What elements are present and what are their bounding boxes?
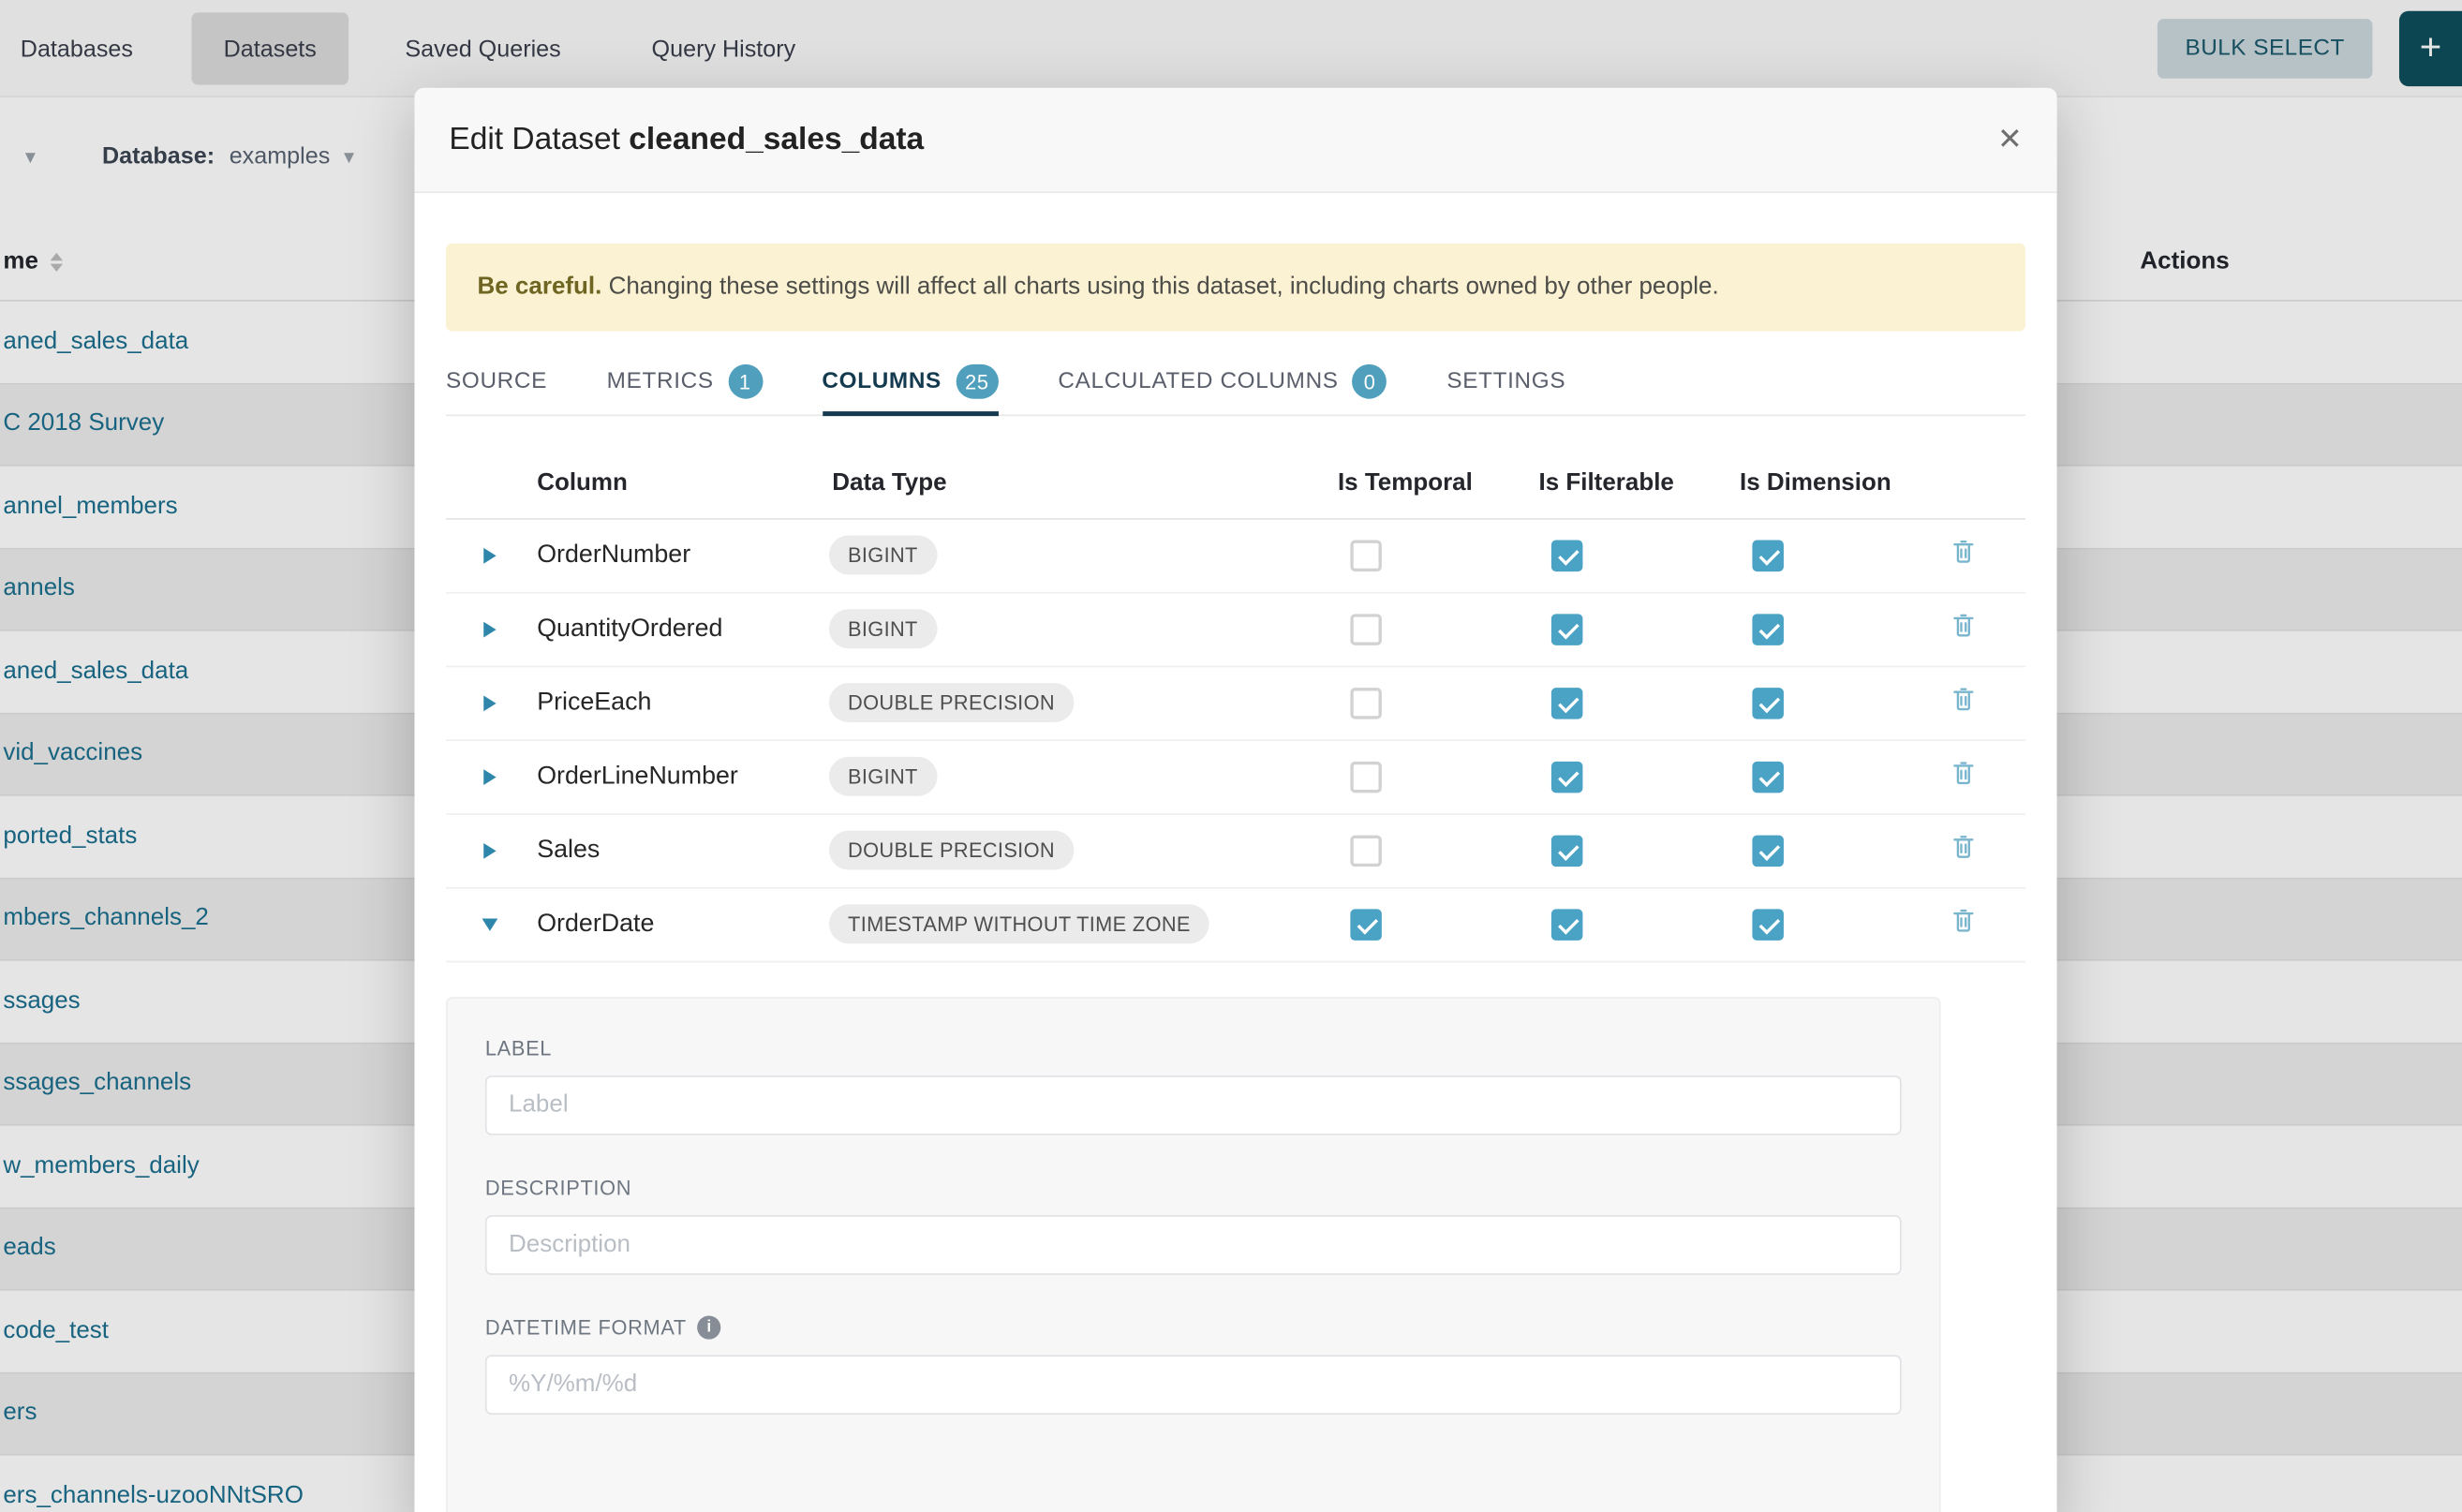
columns-table: OrderNumber BIGINT QuantityOrdered BIGIN… — [446, 519, 2025, 962]
info-icon[interactable]: i — [698, 1315, 721, 1339]
column-name: OrderDate — [534, 911, 829, 939]
data-type-pill: DOUBLE PRECISION — [829, 683, 1074, 722]
is-filterable-checkbox[interactable] — [1551, 761, 1583, 793]
description-input[interactable] — [485, 1215, 1902, 1275]
column-name: Sales — [534, 837, 829, 865]
tab-columns[interactable]: COLUMNS 25 — [822, 348, 998, 414]
modal-title: Edit Dataset cleaned_sales_data — [449, 122, 924, 158]
close-icon[interactable]: ✕ — [1997, 122, 2023, 158]
delete-column-icon[interactable] — [1950, 906, 1977, 934]
modal-tabs: SOURCE METRICS 1 COLUMNS 25 CALCULATED C… — [446, 349, 2025, 415]
column-row: OrderNumber BIGINT — [446, 519, 2025, 593]
column-row: QuantityOrdered BIGINT — [446, 593, 2025, 667]
warning-banner: Be careful. Changing these settings will… — [446, 244, 2025, 331]
tab-settings[interactable]: SETTINGS — [1446, 348, 1565, 414]
tab-calculated-columns-label: CALCULATED COLUMNS — [1058, 369, 1338, 394]
column-row: OrderLineNumber BIGINT — [446, 741, 2025, 815]
expand-caret-icon[interactable] — [482, 918, 498, 930]
header-is-filterable: Is Filterable — [1535, 469, 1737, 497]
edit-dataset-modal: Edit Dataset cleaned_sales_data ✕ Be car… — [414, 88, 2056, 1512]
app-root: Databases Datasets Saved Queries Query H… — [0, 0, 2462, 1512]
modal-header: Edit Dataset cleaned_sales_data ✕ — [414, 88, 2056, 193]
is-filterable-checkbox[interactable] — [1551, 614, 1583, 645]
is-dimension-checkbox[interactable] — [1752, 688, 1784, 719]
is-temporal-checkbox[interactable] — [1350, 761, 1382, 793]
column-row: PriceEach DOUBLE PRECISION — [446, 667, 2025, 741]
is-dimension-checkbox[interactable] — [1752, 540, 1784, 571]
header-data-type: Data Type — [829, 469, 1335, 497]
is-temporal-checkbox[interactable] — [1350, 909, 1382, 941]
delete-column-icon[interactable] — [1950, 833, 1977, 861]
column-name: OrderNumber — [534, 541, 829, 570]
tab-metrics[interactable]: METRICS 1 — [607, 348, 763, 414]
expand-caret-icon[interactable] — [483, 769, 496, 785]
expand-caret-icon[interactable] — [483, 621, 496, 637]
tab-calculated-columns[interactable]: CALCULATED COLUMNS 0 — [1058, 348, 1387, 414]
header-is-temporal: Is Temporal — [1335, 469, 1536, 497]
is-filterable-checkbox[interactable] — [1551, 835, 1583, 867]
column-row: Sales DOUBLE PRECISION — [446, 814, 2025, 888]
data-type-pill: BIGINT — [829, 610, 937, 649]
data-type-pill: DOUBLE PRECISION — [829, 831, 1074, 870]
is-filterable-checkbox[interactable] — [1551, 540, 1583, 571]
header-column: Column — [534, 469, 829, 497]
warning-text: Changing these settings will affect all … — [609, 274, 1719, 300]
label-field-title: LABEL — [485, 1036, 1902, 1060]
delete-column-icon[interactable] — [1950, 538, 1977, 566]
expand-caret-icon[interactable] — [483, 547, 496, 563]
column-name: PriceEach — [534, 689, 829, 717]
columns-table-header: Column Data Type Is Temporal Is Filterab… — [446, 450, 2025, 519]
column-name: QuantityOrdered — [534, 615, 829, 643]
tab-settings-label: SETTINGS — [1446, 369, 1565, 394]
delete-column-icon[interactable] — [1950, 685, 1977, 713]
is-dimension-checkbox[interactable] — [1752, 761, 1784, 793]
delete-column-icon[interactable] — [1950, 759, 1977, 787]
warning-bold: Be careful. — [478, 274, 602, 300]
tab-source[interactable]: SOURCE — [446, 348, 547, 414]
modal-body: Be careful. Changing these settings will… — [414, 244, 2056, 1512]
calculated-columns-count-badge: 0 — [1353, 364, 1387, 399]
description-field-title: DESCRIPTION — [485, 1176, 1902, 1199]
label-input[interactable] — [485, 1075, 1902, 1135]
description-field-group: DESCRIPTION — [485, 1176, 1902, 1275]
modal-title-prefix: Edit Dataset — [449, 122, 620, 156]
expand-caret-icon[interactable] — [483, 695, 496, 711]
datetime-format-input[interactable] — [485, 1355, 1902, 1415]
expand-caret-icon[interactable] — [483, 842, 496, 858]
is-dimension-checkbox[interactable] — [1752, 614, 1784, 645]
tab-columns-label: COLUMNS — [822, 369, 942, 394]
column-row: OrderDate TIMESTAMP WITHOUT TIME ZONE — [446, 888, 2025, 962]
columns-count-badge: 25 — [956, 364, 999, 399]
column-name: OrderLineNumber — [534, 763, 829, 791]
is-temporal-checkbox[interactable] — [1350, 614, 1382, 645]
header-is-dimension: Is Dimension — [1737, 469, 1941, 497]
is-temporal-checkbox[interactable] — [1350, 835, 1382, 867]
tab-metrics-label: METRICS — [607, 369, 714, 394]
is-dimension-checkbox[interactable] — [1752, 835, 1784, 867]
modal-dataset-name: cleaned_sales_data — [629, 122, 924, 156]
column-editor-panel: LABEL DESCRIPTION DATETIME FORMAT i — [446, 997, 1941, 1512]
is-filterable-checkbox[interactable] — [1551, 909, 1583, 941]
data-type-pill: BIGINT — [829, 536, 937, 575]
datetime-format-field-group: DATETIME FORMAT i — [485, 1315, 1902, 1415]
is-dimension-checkbox[interactable] — [1752, 909, 1784, 941]
is-temporal-checkbox[interactable] — [1350, 540, 1382, 571]
label-field-group: LABEL — [485, 1036, 1902, 1135]
datetime-format-field-title: DATETIME FORMAT i — [485, 1315, 1902, 1339]
datetime-format-title-text: DATETIME FORMAT — [485, 1315, 687, 1339]
is-temporal-checkbox[interactable] — [1350, 688, 1382, 719]
data-type-pill: TIMESTAMP WITHOUT TIME ZONE — [829, 905, 1209, 944]
delete-column-icon[interactable] — [1950, 611, 1977, 639]
data-type-pill: BIGINT — [829, 757, 937, 796]
is-filterable-checkbox[interactable] — [1551, 688, 1583, 719]
tab-source-label: SOURCE — [446, 369, 547, 394]
metrics-count-badge: 1 — [728, 364, 763, 399]
